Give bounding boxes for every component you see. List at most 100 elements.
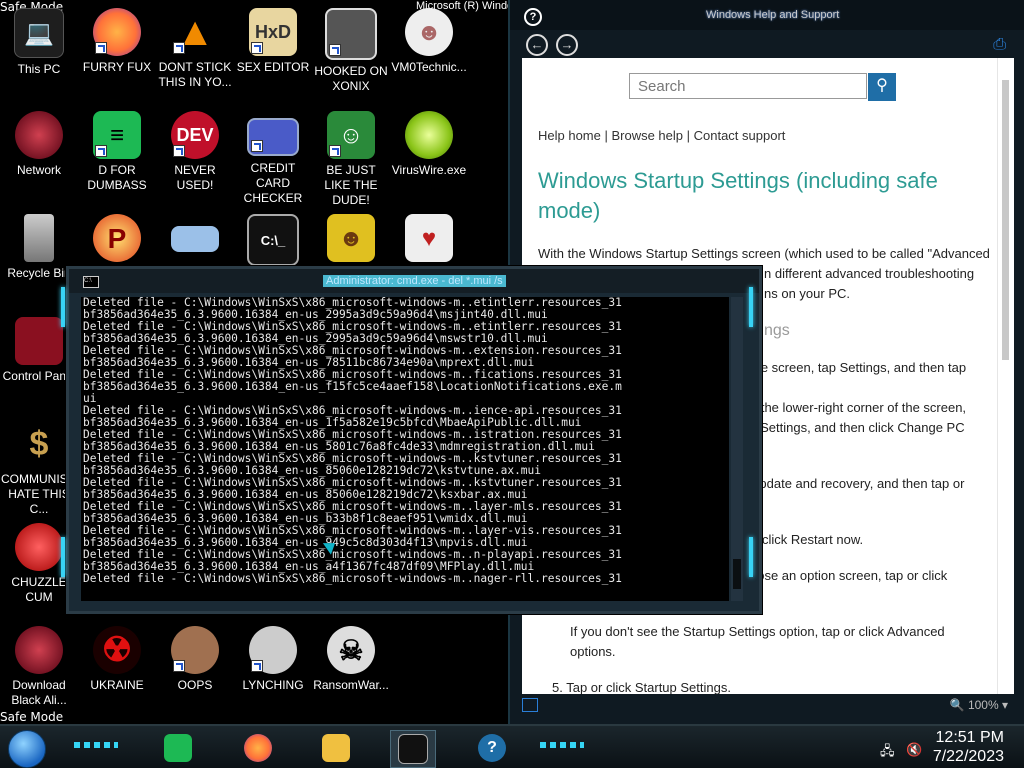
desktop-icon-dont-stick[interactable]: ▲ DONT STICK THIS IN YO...: [157, 2, 233, 90]
desktop-icon-viruswire[interactable]: VirusWire.exe: [391, 105, 467, 178]
network-status-icon[interactable]: 🖧: [880, 742, 895, 764]
desktop-icon-dog[interactable]: ☻: [313, 208, 389, 266]
help-icon: ?: [478, 734, 506, 762]
desktop-icon-never-used[interactable]: DEV NEVER USED!: [157, 105, 233, 193]
desktop-icon-lynching[interactable]: LYNCHING: [235, 620, 311, 693]
recycle-bin-icon: [24, 214, 54, 262]
help-links[interactable]: Help home | Browse help | Contact suppor…: [538, 128, 785, 143]
taskbar: ? 🖧 🔇 12:51 PM 7/22/2023: [0, 724, 1024, 768]
desktop-icon-label: UKRAINE: [90, 678, 144, 692]
taskbar-app-firefox[interactable]: [236, 730, 280, 766]
spotify-icon: ≡: [93, 111, 141, 159]
computer-icon: 💻: [14, 8, 64, 58]
step-line: options.: [570, 644, 616, 659]
desktop-icon-label: HOOKED ON XONIX: [314, 64, 388, 93]
desktop-icon-sex-editor[interactable]: HxD SEX EDITOR: [235, 2, 311, 75]
dog-icon: ☻: [327, 214, 375, 262]
file-explorer-icon: [322, 734, 350, 762]
taskbar-app-spotify[interactable]: [156, 730, 200, 766]
cmd-titlebar[interactable]: C:\ Administrator: cmd.exe - del *.mui /…: [69, 269, 759, 293]
search-icon: ⚲: [876, 77, 888, 94]
taskbar-app-cmd[interactable]: [390, 730, 436, 768]
desktop-icon-label: BE JUST LIKE THE DUDE!: [324, 163, 378, 207]
section-heading: ngs: [764, 322, 790, 339]
money-bag-icon: $: [29, 424, 49, 463]
layout-icon[interactable]: [522, 698, 538, 712]
step-line: If you don't see the Startup Settings op…: [570, 624, 945, 639]
taskbar-app-explorer[interactable]: [314, 730, 358, 766]
desktop-icon-furry-fux[interactable]: FURRY FUX: [79, 2, 155, 75]
desktop-icon-hooked-on-xonix[interactable]: HOOKED ON XONIX: [313, 2, 389, 94]
forward-arrow-icon[interactable]: →: [556, 34, 578, 56]
step-line: k Settings, and then click Change PC: [750, 420, 965, 435]
console-output[interactable]: Deleted file - C:\Windows\WinSxS\x86_mic…: [81, 297, 729, 601]
cards-icon: ♥: [405, 214, 453, 262]
desktop-icon-p-app[interactable]: P: [79, 208, 155, 266]
console-text: Deleted file - C:\Windows\WinSxS\x86_mic…: [81, 297, 729, 585]
search-input[interactable]: Search: [629, 73, 867, 99]
taskbar-decoration: [540, 742, 584, 748]
help-scrollbar[interactable]: [997, 58, 1014, 694]
desktop-icon-terminal[interactable]: C:\_: [235, 208, 311, 270]
desktop-icon-ukraine[interactable]: ☢ UKRAINE: [79, 620, 155, 693]
desktop-icon-label: VirusWire.exe: [391, 163, 467, 177]
scrollbar-thumb[interactable]: [733, 559, 741, 589]
desktop-icon-credit-card-checker[interactable]: CREDIT CARD CHECKER: [235, 105, 311, 206]
desktop-icon-label: This PC: [17, 62, 61, 76]
spotify-icon: [164, 734, 192, 762]
frame-glow: [749, 537, 753, 577]
cmd-window-title: Administrator: cmd.exe - del *.mui /s: [323, 275, 506, 287]
step-line: the screen, tap Settings, and then tap: [750, 360, 967, 375]
skull-icon: ☠: [327, 626, 375, 674]
credit-card-icon: [247, 118, 299, 156]
volume-muted-icon[interactable]: 🔇: [906, 742, 922, 758]
help-nav-bar: ← → ⎙: [522, 34, 1014, 58]
desktop-icon-label: LYNCHING: [242, 678, 304, 692]
desktop-icon-download-black-ali[interactable]: Download Black Ali...: [1, 620, 77, 708]
firefox-icon: [93, 8, 141, 56]
clock[interactable]: 12:51 PM 7/22/2023: [933, 728, 1004, 766]
desktop: Safe Mode Safe Mode Microsoft (R) Window…: [0, 0, 1024, 768]
frame-glow: [61, 537, 65, 577]
console-line: bf3856ad364e35_6.3.9600.16384_en-us_f15f…: [83, 380, 622, 393]
desktop-icon-ransomware[interactable]: ☠ RansomWar...: [313, 620, 389, 693]
print-icon[interactable]: ⎙: [993, 36, 1006, 54]
lime-icon: [405, 111, 453, 159]
desktop-icon-vm0technic[interactable]: ☻ VM0Technic...: [391, 2, 467, 75]
dev-badge-icon: DEV: [171, 111, 219, 159]
search-button[interactable]: ⚲: [868, 73, 896, 101]
cmd-scrollbar[interactable]: [731, 297, 743, 601]
projector-icon: [171, 226, 219, 252]
desktop-icon-oops[interactable]: OOPS: [157, 620, 233, 693]
scrollbar-thumb[interactable]: [1002, 80, 1009, 360]
help-titlebar[interactable]: ? Windows Help and Support: [510, 0, 1024, 30]
step-line: 5. Tap or click Startup Settings.: [552, 680, 731, 694]
cmd-icon: [398, 734, 428, 764]
start-button[interactable]: [8, 730, 46, 768]
alien-globe-icon: [15, 626, 63, 674]
step-line: p the lower-right corner of the screen,: [750, 400, 967, 415]
desktop-icon-label: FURRY FUX: [82, 60, 152, 74]
doctor-icon: ☻: [405, 8, 453, 56]
terminal-icon: C:\_: [247, 214, 299, 266]
back-arrow-icon[interactable]: ←: [526, 34, 548, 56]
zoom-value: 100%: [967, 698, 999, 712]
desktop-icon-cards[interactable]: ♥: [391, 208, 467, 266]
taskbar-app-help[interactable]: ?: [470, 730, 514, 766]
help-status-bar: 🔍 100% ▾: [522, 696, 1014, 718]
vlc-cone-icon: ▲: [171, 8, 219, 56]
desktop-icon-be-just-like-the-dude[interactable]: ☺ BE JUST LIKE THE DUDE!: [313, 105, 389, 208]
desktop-icon-label: RansomWar...: [313, 678, 389, 692]
step-line: Update and recovery, and then tap or: [750, 476, 965, 491]
zoom-level[interactable]: 🔍 100% ▾: [950, 698, 1008, 712]
safe-mode-label: Safe Mode: [0, 710, 64, 724]
desktop-icon-d-for-dumbass[interactable]: ≡ D FOR DUMBASS: [79, 105, 155, 193]
desktop-icon-network[interactable]: Network: [1, 105, 77, 178]
desktop-icon-label: OOPS: [177, 678, 213, 692]
cmd-window-icon: C:\: [83, 276, 99, 288]
paragraph-line: With the Windows Startup Settings screen…: [538, 246, 990, 261]
help-window-title: Windows Help and Support: [706, 9, 840, 21]
desktop-icon-label: DONT STICK THIS IN YO...: [158, 60, 232, 89]
desktop-icon-projector[interactable]: [157, 208, 233, 256]
desktop-icon-this-pc[interactable]: 💻 This PC: [1, 2, 77, 77]
